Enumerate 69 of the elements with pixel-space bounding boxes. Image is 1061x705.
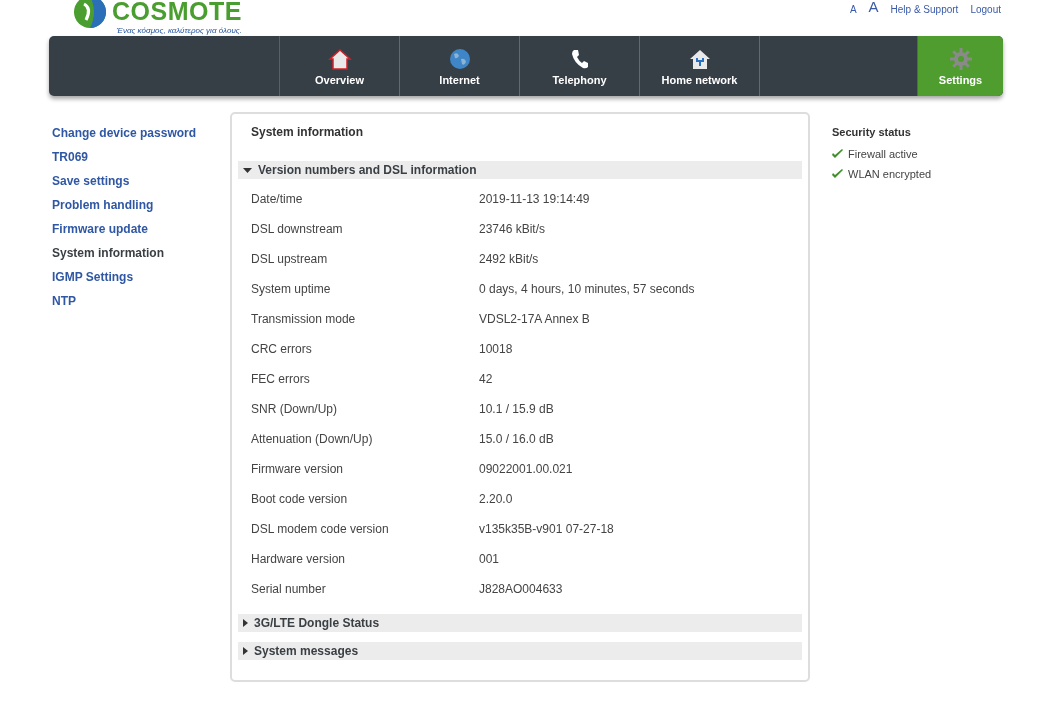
font-size-button[interactable]: A (849, 2, 857, 18)
gear-icon (949, 48, 972, 70)
info-value: 2492 kBit/s (479, 252, 540, 266)
nav-tab-label: Home network (661, 74, 738, 86)
caret-right-icon (243, 647, 248, 655)
nav-tab[interactable]: Home network (640, 36, 760, 96)
security-item-label: WLAN encrypted (848, 168, 932, 180)
logo-icon (72, 0, 108, 30)
nav-tab-label: Telephony (552, 74, 607, 86)
sidebar-link[interactable]: NTP (52, 293, 230, 310)
caret-right-icon (243, 619, 248, 627)
info-value: 2.20.0 (479, 492, 514, 506)
info-label: CRC errors (251, 342, 313, 356)
info-value: 15.0 / 16.0 dB (479, 432, 555, 446)
phone-icon (569, 48, 590, 70)
tagline: Ένας κόσμος, καλύτερος για όλους. (116, 26, 242, 35)
sidebar-link[interactable]: Change device password (52, 125, 230, 142)
info-label: Boot code version (251, 492, 349, 506)
nav-tab-label: Settings (938, 74, 983, 86)
info-value: 0 days, 4 hours, 10 minutes, 57 seconds (479, 282, 696, 296)
section-title: Version numbers and DSL information (258, 163, 477, 177)
globe-icon (448, 48, 471, 70)
nav-tab[interactable]: Telephony (520, 36, 640, 96)
sidebar-link[interactable]: Firmware update (52, 221, 230, 238)
nav-tab[interactable]: Overview (280, 36, 400, 96)
header-link[interactable]: Logout (970, 2, 1001, 18)
nav-tab-label: Internet (439, 74, 480, 86)
panel-title: System information (250, 125, 365, 141)
sidebar-link[interactable]: IGMP Settings (52, 269, 230, 286)
caret-down-icon (243, 167, 252, 173)
security-title: Security status (832, 126, 912, 138)
info-label: SNR (Down/Up) (251, 402, 338, 416)
sidebar-link[interactable]: Save settings (52, 173, 230, 190)
info-value: J828AO004633 (479, 582, 564, 596)
info-label: Transmission mode (251, 312, 357, 326)
info-value: 001 (479, 552, 501, 566)
nav-tab-label: Overview (315, 74, 364, 86)
section-header[interactable]: Version numbers and DSL information (238, 161, 802, 179)
brand-logo-text: COSMOTE (112, 0, 242, 26)
info-value: 42 (479, 372, 494, 386)
info-label: Firmware version (251, 462, 344, 476)
info-value: v135k35B-v901 07-27-18 (479, 522, 615, 536)
info-label: System uptime (251, 282, 332, 296)
info-label: Serial number (251, 582, 327, 596)
font-size-button[interactable]: A (868, 0, 879, 15)
info-label: Hardware version (251, 552, 347, 566)
sidebar-link[interactable]: System information (52, 245, 230, 262)
sidebar-link[interactable]: Problem handling (52, 197, 230, 214)
sidebar-link[interactable]: TR069 (52, 149, 230, 166)
section-header[interactable]: 3G/LTE Dongle Status (238, 614, 802, 632)
info-value: 09022001.00.021 (479, 462, 574, 476)
info-value: 23746 kBit/s (479, 222, 547, 236)
info-value: 10.1 / 15.9 dB (479, 402, 555, 416)
info-value: 10018 (479, 342, 514, 356)
section-title: System messages (254, 644, 359, 658)
info-label: DSL upstream (251, 252, 329, 266)
info-label: FEC errors (251, 372, 311, 386)
house-icon (327, 48, 352, 70)
info-label: Date/time (251, 192, 304, 206)
header-link[interactable]: Help & Support (890, 2, 959, 18)
info-label: DSL downstream (251, 222, 344, 236)
info-label: Attenuation (Down/Up) (251, 432, 374, 446)
section-title: 3G/LTE Dongle Status (254, 616, 380, 630)
info-value: VDSL2-17A Annex B (479, 312, 591, 326)
section-header[interactable]: System messages (238, 642, 802, 660)
security-item-label: Firewall active (848, 148, 918, 160)
info-value: 2019-11-13 19:14:49 (479, 192, 591, 206)
info-label: DSL modem code version (251, 522, 390, 536)
nav-tab[interactable]: Internet (400, 36, 520, 96)
